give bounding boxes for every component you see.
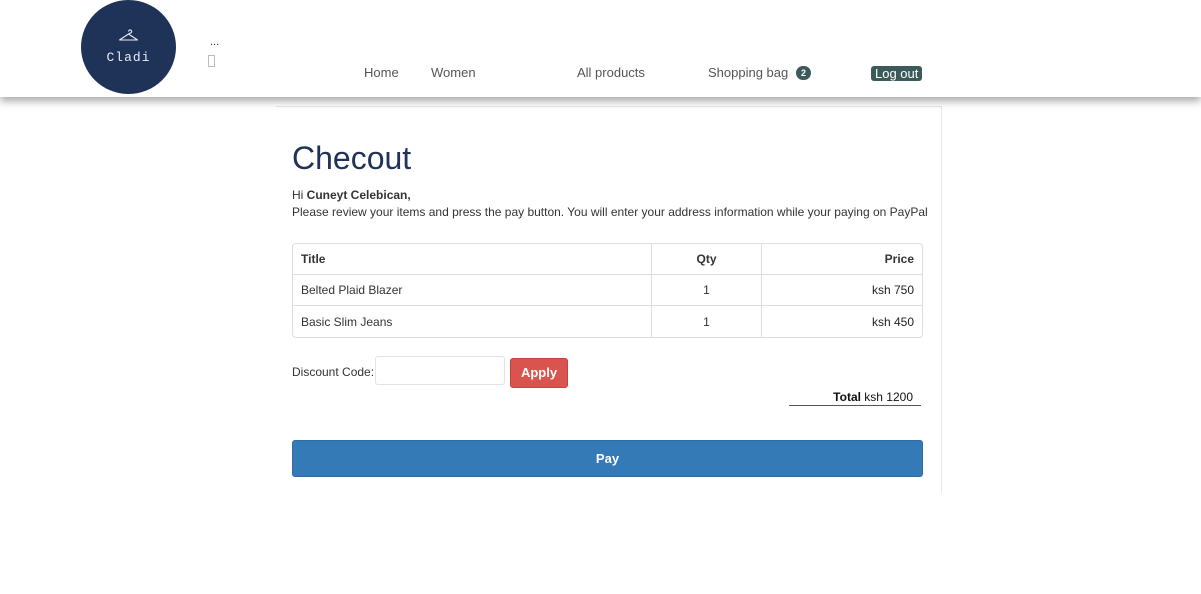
total-value: ksh 1200 xyxy=(864,390,913,404)
discount-code-input[interactable] xyxy=(375,356,505,385)
ellipsis-text: ... xyxy=(210,36,220,48)
bag-count-badge[interactable]: 2 xyxy=(796,66,811,80)
column-header-qty: Qty xyxy=(652,244,762,275)
nav-home[interactable]: Home xyxy=(364,65,399,80)
page-title: Checout xyxy=(292,140,412,176)
item-price: ksh 750 xyxy=(762,275,922,306)
column-header-price: Price xyxy=(762,244,922,275)
item-title: Belted Plaid Blazer xyxy=(293,275,652,306)
nav-shopping-bag[interactable]: Shopping bag xyxy=(708,65,788,80)
logout-button[interactable]: Log out xyxy=(871,66,923,81)
table-row: Basic Slim Jeans 1 ksh 450 xyxy=(293,306,922,337)
greeting: Hi Cuneyt Celebican, xyxy=(292,188,411,202)
site-header: Cladi ... Home Women All products Shoppi… xyxy=(0,0,1201,97)
table-row: Belted Plaid Blazer 1 ksh 750 xyxy=(293,275,922,306)
item-price: ksh 450 xyxy=(871,314,914,329)
order-total: Total ksh 1200 xyxy=(789,390,921,406)
hanger-icon xyxy=(118,29,139,41)
item-qty: 1 xyxy=(652,275,762,306)
discount-code-label: Discount Code: xyxy=(292,365,375,379)
nav-women[interactable]: Women xyxy=(431,65,476,80)
cart-items-table: Title Qty Price Belted Plaid Blazer 1 ks… xyxy=(292,243,923,338)
item-title: Basic Slim Jeans xyxy=(293,306,652,337)
pay-button[interactable]: Pay xyxy=(292,440,923,477)
item-qty: 1 xyxy=(652,306,762,337)
instruction-text: Please review your items and press the p… xyxy=(292,205,928,219)
nav-all-products[interactable]: All products xyxy=(577,65,645,80)
table-header-row: Title Qty Price xyxy=(293,244,922,275)
placeholder-glyph-icon xyxy=(208,55,215,67)
brand-name: Cladi xyxy=(106,50,151,65)
brand-logo[interactable]: Cladi xyxy=(81,0,176,94)
total-label: Total xyxy=(833,390,861,404)
user-name: Cuneyt Celebican, xyxy=(306,188,411,202)
greeting-prefix: Hi xyxy=(292,188,307,202)
column-header-title: Title xyxy=(293,244,652,275)
apply-discount-button[interactable]: Apply xyxy=(510,358,568,388)
